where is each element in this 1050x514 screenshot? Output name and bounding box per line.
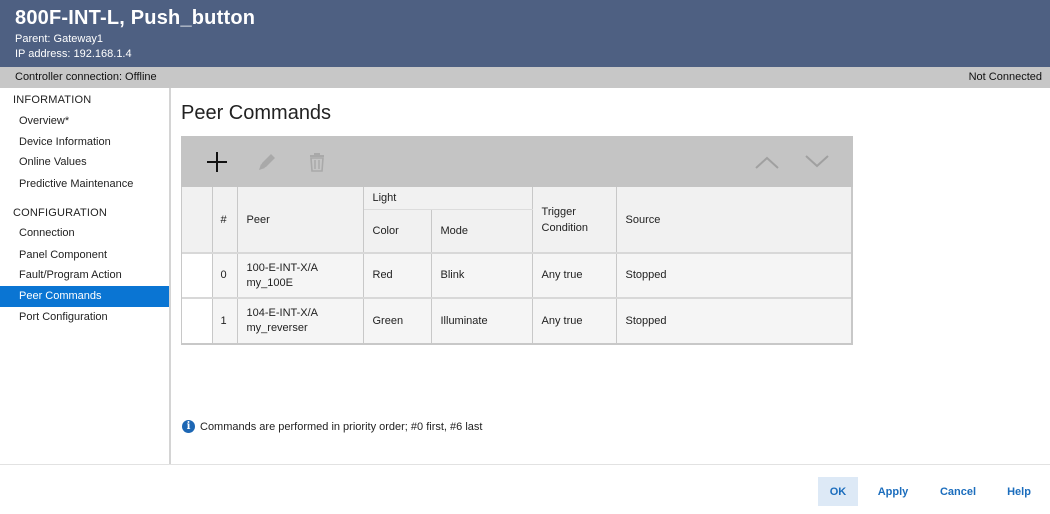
dialog-footer: OK Apply Cancel Help xyxy=(0,464,1050,514)
move-up-button[interactable] xyxy=(751,146,783,178)
cell-mode: Blink xyxy=(431,253,533,298)
peer-catalog: 100-E-INT-X/A xyxy=(246,261,319,274)
cell-trigger: Any true xyxy=(532,253,617,298)
move-down-button[interactable] xyxy=(801,146,833,178)
table-row[interactable]: 1 104-E-INT-X/A my_reverser Green Illumin… xyxy=(182,298,851,343)
delete-icon xyxy=(310,153,324,172)
column-header-mode: Mode xyxy=(431,209,533,253)
table-toolbar xyxy=(181,136,853,187)
row-selector[interactable] xyxy=(182,253,213,298)
sidebar-item-peer-commands[interactable]: Peer Commands xyxy=(0,286,169,307)
parent-label: Parent: Gateway1 xyxy=(15,33,104,45)
move-down-icon xyxy=(805,155,829,168)
cell-number: 0 xyxy=(212,253,238,298)
table-row[interactable]: 0 100-E-INT-X/A my_100E Red Blink Any tru… xyxy=(182,253,851,298)
column-header-trigger-condition: Trigger Condition xyxy=(532,187,617,253)
ok-button[interactable]: OK xyxy=(818,477,858,506)
page-title: Peer Commands xyxy=(181,102,332,124)
cancel-button[interactable]: Cancel xyxy=(936,477,980,506)
cell-source: Stopped xyxy=(616,298,851,343)
priority-notice: i Commands are performed in priority ord… xyxy=(182,420,482,433)
sidebar-item-online-values[interactable]: Online Values xyxy=(0,152,169,173)
device-title: 800F-INT-L, Push_button xyxy=(15,7,256,29)
sidebar-item-device-information[interactable]: Device Information xyxy=(0,132,169,153)
cell-color: Red xyxy=(363,253,432,298)
peer-catalog: 104-E-INT-X/A xyxy=(246,307,319,319)
edit-icon xyxy=(259,154,275,170)
sidebar-item-connection[interactable]: Connection xyxy=(0,223,169,244)
cell-peer: 104-E-INT-X/A my_reverser xyxy=(237,298,364,343)
ip-address-label: IP address: 192.168.1.4 xyxy=(15,48,132,60)
column-header-number: # xyxy=(212,187,238,253)
connection-state: Not Connected xyxy=(968,71,1042,83)
apply-button[interactable]: Apply xyxy=(872,477,914,506)
sidebar-item-predictive-maintenance[interactable]: Predictive Maintenance xyxy=(0,174,169,195)
help-button[interactable]: Help xyxy=(1000,477,1038,506)
cell-number: 1 xyxy=(212,298,238,343)
sidebar-item-port-configuration[interactable]: Port Configuration xyxy=(0,307,169,328)
sidebar-section-configuration: CONFIGURATION xyxy=(13,207,108,219)
peer-name: my_100E xyxy=(246,276,293,289)
cell-trigger: Any true xyxy=(532,298,617,343)
cell-source: Stopped xyxy=(616,253,851,298)
cell-mode: Illuminate xyxy=(431,298,533,343)
add-button[interactable] xyxy=(201,146,233,178)
column-header-color: Color xyxy=(363,209,432,253)
sidebar: INFORMATION Overview* Device Information… xyxy=(0,88,171,464)
info-icon: i xyxy=(182,420,195,433)
priority-notice-text: Commands are performed in priority order… xyxy=(200,420,483,433)
controller-connection-status: Controller connection: Offline xyxy=(15,71,157,83)
column-group-light: Light xyxy=(363,187,533,210)
cell-peer: 100-E-INT-X/A my_100E xyxy=(237,253,364,298)
edit-button[interactable] xyxy=(251,146,283,178)
sidebar-item-panel-component[interactable]: Panel Component xyxy=(0,245,169,266)
move-up-icon xyxy=(755,156,779,169)
sidebar-section-information: INFORMATION xyxy=(13,94,92,106)
delete-button[interactable] xyxy=(301,146,333,178)
peer-commands-table: # Peer Light Trigger Condition Source Co… xyxy=(181,187,853,345)
peer-name: my_reverser xyxy=(246,322,308,334)
status-bar: Controller connection: Offline Not Conne… xyxy=(0,67,1050,88)
add-icon xyxy=(207,152,227,172)
row-selector-header xyxy=(182,187,213,253)
window-header: 800F-INT-L, Push_button Parent: Gateway1… xyxy=(0,0,1050,67)
column-header-peer: Peer xyxy=(237,187,364,253)
sidebar-item-overview[interactable]: Overview* xyxy=(0,111,169,132)
column-header-source: Source xyxy=(625,213,661,226)
sidebar-item-fault-program-action[interactable]: Fault/Program Action xyxy=(0,265,169,286)
row-selector[interactable] xyxy=(182,298,213,343)
cell-color: Green xyxy=(363,298,432,343)
